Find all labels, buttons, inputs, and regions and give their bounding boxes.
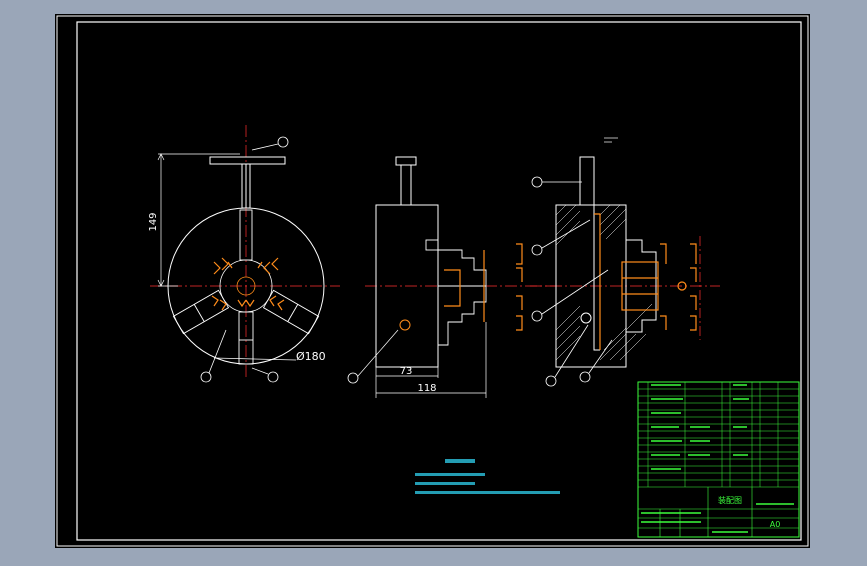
notes-line-3 [415,491,560,494]
notes-line-2 [415,482,475,485]
cad-viewport[interactable]: 149 Ø180 73 118 装配图 A0 [0,0,867,562]
dimension-diameter-label: Ø180 [296,350,326,363]
drawing-svg: 149 Ø180 73 118 装配图 A0 [55,14,810,548]
notes-line-1 [415,473,485,476]
drawing-title: 装配图 [718,495,742,505]
sheet-size-label: A0 [770,520,781,529]
notes-heading [445,459,475,463]
dimension-149-label: 149 [148,212,159,231]
dimension-73-label: 73 [400,366,413,377]
dimension-118-label: 118 [417,383,436,394]
